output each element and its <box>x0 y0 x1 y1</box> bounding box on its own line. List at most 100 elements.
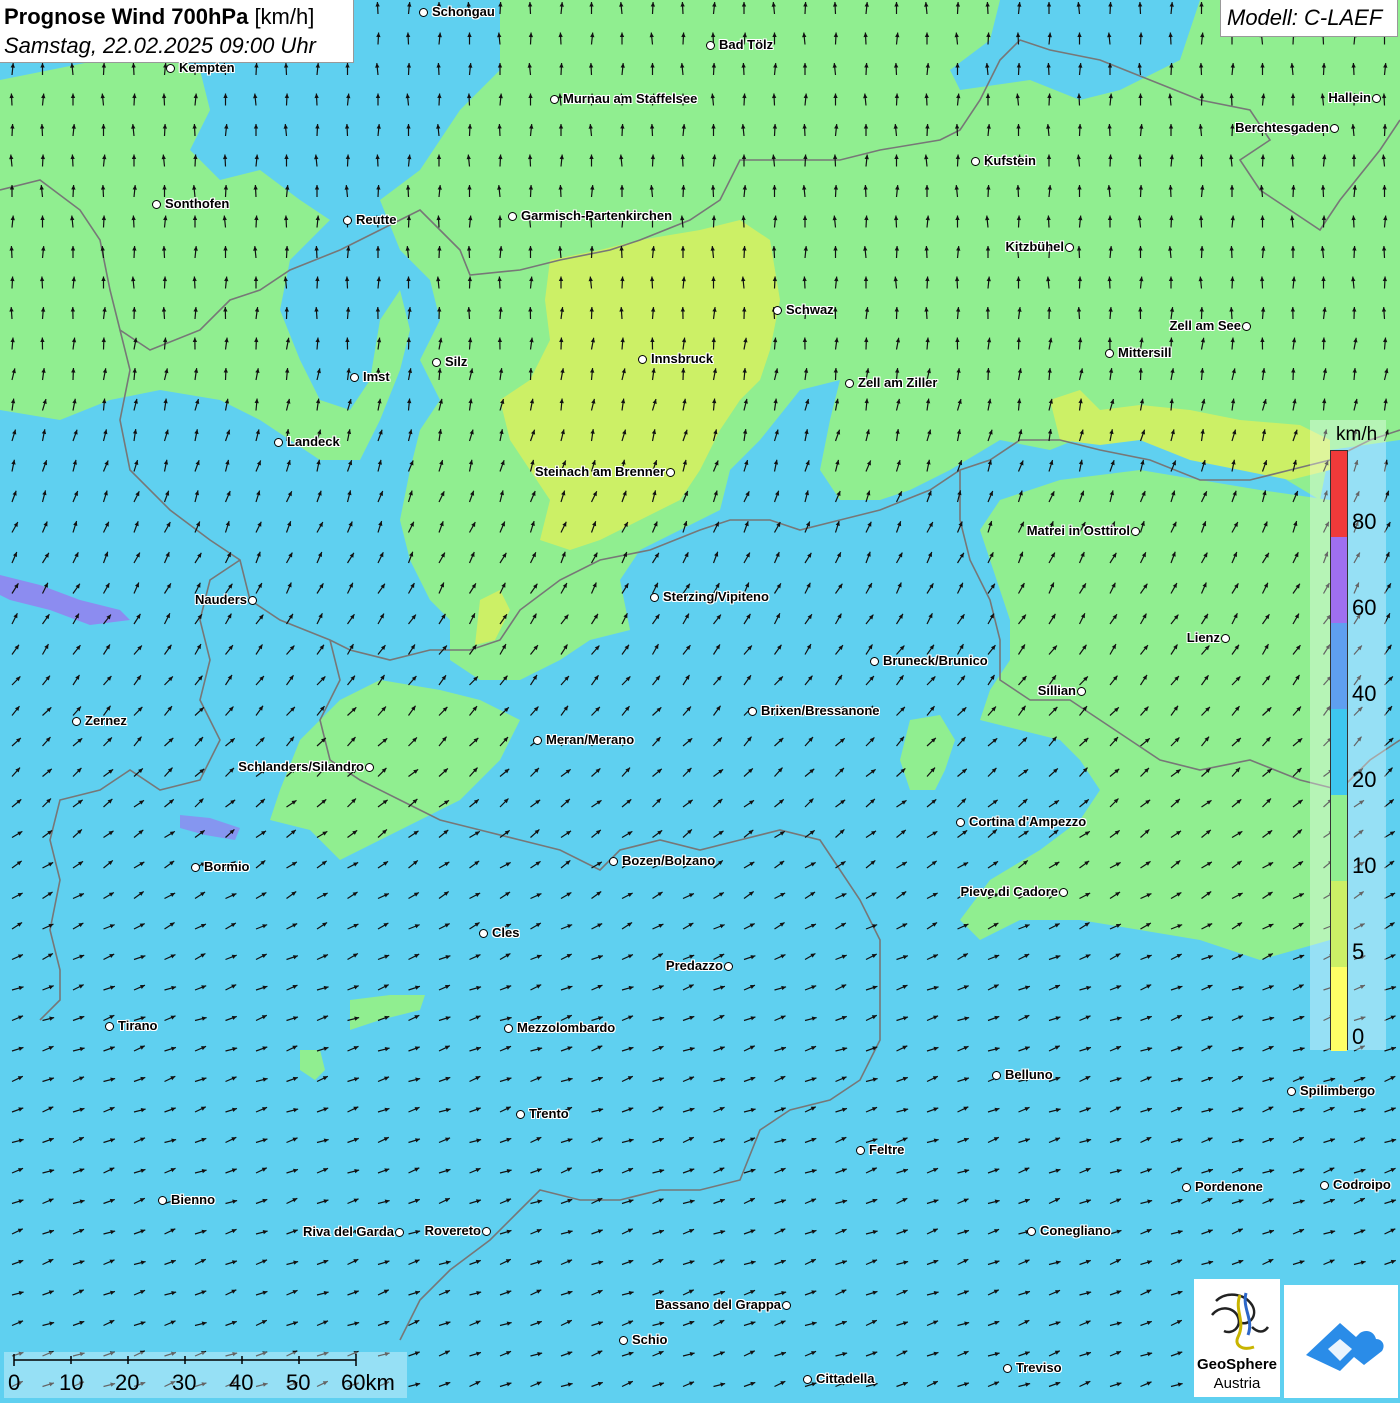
title-box: Prognose Wind 700hPa [km/h] Samstag, 22.… <box>0 0 354 63</box>
legend-tick: 5 <box>1352 939 1364 965</box>
city-marker <box>748 707 757 716</box>
city-marker <box>482 1227 491 1236</box>
geosphere-emblem-icon <box>1194 1287 1280 1357</box>
city-label: Kufstein <box>984 153 1036 168</box>
city-marker <box>870 657 879 666</box>
city-label: Codroipo <box>1333 1177 1391 1192</box>
city-marker <box>419 8 428 17</box>
city-label: Murnau am Staffelsee <box>563 91 697 106</box>
legend-seg-0 <box>1331 967 1347 1051</box>
weather-app-logo[interactable] <box>1284 1285 1398 1398</box>
scale-bar: 0 10 20 30 40 50 60km <box>4 1352 407 1398</box>
city-label: Steinach am Brenner <box>535 464 665 479</box>
city-marker <box>158 1196 167 1205</box>
city-marker <box>516 1110 525 1119</box>
city-label: Bormio <box>204 859 250 874</box>
city-marker <box>706 41 715 50</box>
city-marker <box>724 962 733 971</box>
legend-seg-10 <box>1331 795 1347 881</box>
city-label: Mittersill <box>1118 345 1171 360</box>
city-marker <box>650 593 659 602</box>
scale-label: 60km <box>341 1370 395 1396</box>
city-marker <box>638 355 647 364</box>
map-title-unit: [km/h] <box>254 4 314 29</box>
logo-line1: GeoSphere <box>1194 1356 1280 1373</box>
city-label: Pordenone <box>1195 1179 1263 1194</box>
city-label: Sonthofen <box>165 196 229 211</box>
scale-label: 40 <box>229 1370 253 1396</box>
legend-seg-40 <box>1331 623 1347 709</box>
city-marker <box>343 216 352 225</box>
city-label: Kitzbühel <box>1006 239 1065 254</box>
scale-label: 0 <box>8 1370 20 1396</box>
city-label: Schlanders/Silandro <box>238 759 364 774</box>
city-label: Rovereto <box>425 1223 481 1238</box>
city-marker <box>550 95 559 104</box>
city-marker <box>1077 687 1086 696</box>
city-marker <box>1372 94 1381 103</box>
city-marker <box>971 157 980 166</box>
city-label: Spilimbergo <box>1300 1083 1375 1098</box>
city-marker <box>105 1022 114 1031</box>
city-label: Trento <box>529 1106 569 1121</box>
city-marker <box>191 863 200 872</box>
city-marker <box>1131 527 1140 536</box>
legend-colorbar <box>1330 450 1348 1050</box>
geosphere-logo[interactable]: GeoSphere Austria <box>1194 1279 1280 1397</box>
city-label: Treviso <box>1016 1360 1062 1375</box>
city-label: Predazzo <box>666 958 723 973</box>
city-marker <box>274 438 283 447</box>
city-marker <box>432 358 441 367</box>
city-label: Kempten <box>179 60 235 75</box>
forecast-datetime: Samstag, 22.02.2025 09:00 Uhr <box>4 33 316 59</box>
model-box: Modell: C-LAEF <box>1220 0 1398 37</box>
scale-label: 10 <box>59 1370 83 1396</box>
city-label: Bienno <box>171 1192 215 1207</box>
map-title-main: Prognose Wind 700hPa <box>4 4 248 29</box>
city-label: Bassano del Grappa <box>655 1297 781 1312</box>
city-label: Cortina d'Ampezzo <box>969 814 1086 829</box>
city-marker <box>782 1301 791 1310</box>
city-label: Cles <box>492 925 519 940</box>
city-marker <box>1182 1183 1191 1192</box>
city-marker <box>533 736 542 745</box>
city-label: Meran/Merano <box>546 732 634 747</box>
city-marker <box>856 1146 865 1155</box>
city-label: Schio <box>632 1332 667 1347</box>
color-legend: km/h 80 60 40 20 10 5 0 <box>1310 420 1386 1050</box>
city-marker <box>1287 1087 1296 1096</box>
city-label: Matrei in Osttirol <box>1027 523 1130 538</box>
city-marker <box>992 1071 1001 1080</box>
city-marker <box>1330 124 1339 133</box>
city-label: Sterzing/Vipiteno <box>663 589 769 604</box>
city-marker <box>1242 322 1251 331</box>
city-marker <box>1059 888 1068 897</box>
city-label: Bozen/Bolzano <box>622 853 715 868</box>
city-marker <box>1003 1364 1012 1373</box>
city-label: Lienz <box>1187 630 1220 645</box>
map-title: Prognose Wind 700hPa [km/h] <box>4 4 314 30</box>
city-label: Reutte <box>356 212 396 227</box>
city-marker <box>956 818 965 827</box>
city-label: Schwaz <box>786 302 834 317</box>
scale-label: 50 <box>286 1370 310 1396</box>
legend-tick: 10 <box>1352 853 1376 879</box>
city-label: Hallein <box>1328 90 1371 105</box>
city-marker <box>803 1375 812 1384</box>
city-label: Zell am Ziller <box>858 375 937 390</box>
city-marker <box>479 929 488 938</box>
city-label: Zernez <box>85 713 127 728</box>
legend-seg-80 <box>1331 451 1347 537</box>
city-label: Feltre <box>869 1142 904 1157</box>
mountain-cloud-icon <box>1284 1285 1398 1398</box>
city-marker <box>1105 349 1114 358</box>
city-marker <box>395 1228 404 1237</box>
city-label: Bad Tölz <box>719 37 773 52</box>
city-label: Conegliano <box>1040 1223 1111 1238</box>
city-marker <box>1065 243 1074 252</box>
scale-label: 20 <box>115 1370 139 1396</box>
city-label: Schongau <box>432 4 495 19</box>
city-label: Pieve di Cadore <box>960 884 1058 899</box>
city-label: Imst <box>363 369 390 384</box>
city-label: Nauders <box>195 592 247 607</box>
